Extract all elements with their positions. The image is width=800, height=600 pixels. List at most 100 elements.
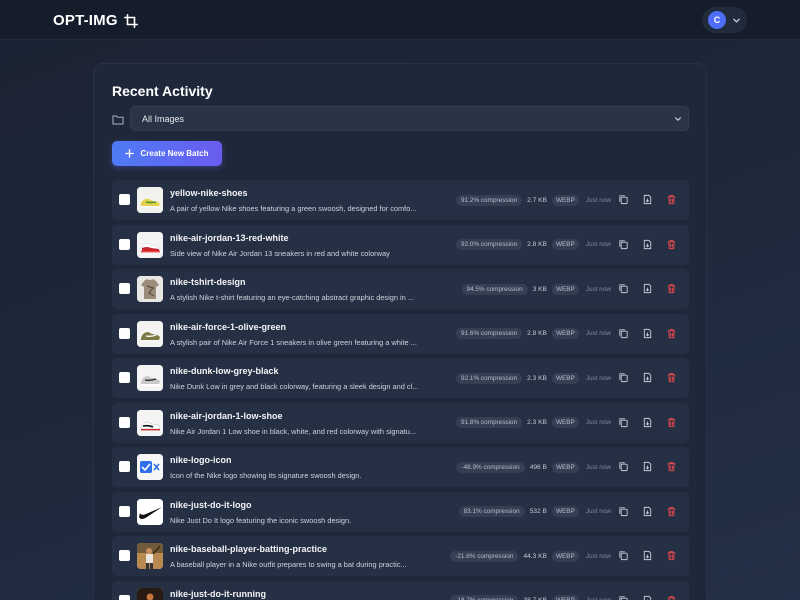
image-meta: 91.2% compression 2.7 KB WEBP Just now (456, 194, 611, 206)
activity-row[interactable]: nike-logo-icon Icon of the Nike logo show… (112, 447, 689, 487)
image-name[interactable]: nike-air-force-1-olive-green (170, 322, 286, 332)
image-thumbnail (137, 543, 163, 569)
row-checkbox[interactable] (119, 372, 130, 383)
image-meta: 92.1% compression 2.3 KB WEBP Just now (456, 372, 611, 384)
file-download-icon[interactable] (642, 239, 653, 250)
image-meta: 94.5% compression 3 KB WEBP Just now (461, 283, 611, 295)
trash-icon[interactable] (666, 283, 677, 294)
image-name[interactable]: nike-baseball-player-batting-practice (170, 544, 327, 554)
crop-icon (123, 13, 138, 28)
copy-icon[interactable] (618, 550, 629, 561)
format-badge: WEBP (551, 372, 579, 384)
trash-icon[interactable] (666, 328, 677, 339)
activity-row[interactable]: nike-tshirt-design A stylish Nike t-shirt… (112, 269, 689, 309)
timestamp: Just now (585, 463, 611, 471)
row-checkbox[interactable] (119, 594, 130, 600)
image-thumbnail (137, 365, 163, 391)
image-thumbnail (137, 187, 163, 213)
activity-row[interactable]: nike-dunk-low-grey-black Nike Dunk Low in… (112, 358, 689, 398)
file-download-icon[interactable] (642, 417, 653, 428)
top-bar: OPT-IMG C (0, 0, 800, 40)
create-new-batch-button[interactable]: Create New Batch (112, 141, 222, 166)
row-checkbox[interactable] (119, 550, 130, 561)
image-name[interactable]: nike-air-jordan-13-red-white (170, 233, 289, 243)
timestamp: Just now (585, 196, 611, 204)
image-description: A stylish pair of Nike Air Force 1 sneak… (170, 337, 417, 347)
image-meta: -18.7% compression38.7 KBWEBPJust now (450, 595, 611, 600)
image-description: Nike Dunk Low in grey and black colorway… (170, 382, 419, 391)
image-name[interactable]: nike-tshirt-design (170, 277, 246, 287)
copy-icon[interactable] (618, 595, 629, 600)
activity-row[interactable]: yellow-nike-shoes A pair of yellow Nike s… (112, 180, 689, 220)
trash-icon[interactable] (666, 372, 677, 383)
brand[interactable]: OPT-IMG (53, 12, 138, 29)
activity-row[interactable]: nike-air-force-1-olive-green A stylish pa… (112, 313, 689, 354)
timestamp: Just now (585, 330, 611, 337)
activity-row[interactable]: nike-baseball-player-batting-practice A b… (112, 536, 689, 576)
image-meta: 92.0% compression 2.8 KB WEBP Just now (456, 239, 611, 251)
copy-icon[interactable] (618, 283, 629, 294)
file-size: 532 B (529, 508, 547, 515)
file-download-icon[interactable] (642, 372, 653, 383)
row-checkbox[interactable] (119, 461, 130, 472)
file-download-icon[interactable] (642, 506, 653, 517)
activity-row[interactable]: nike-just-do-it-running -18.7% compressio… (112, 580, 689, 600)
chevron-down-icon (733, 18, 740, 23)
image-filter-select[interactable]: All Images (130, 106, 689, 131)
row-checkbox[interactable] (119, 505, 130, 517)
image-name[interactable]: nike-logo-icon (170, 455, 232, 465)
file-size: 2.7 KB (527, 196, 547, 204)
row-checkbox[interactable] (119, 416, 130, 428)
file-download-icon[interactable] (642, 194, 653, 205)
timestamp: Just now (585, 552, 611, 560)
compression-badge: 91.8% compression (456, 417, 523, 428)
image-name[interactable]: nike-just-do-it-running (170, 589, 266, 599)
image-meta: 91.8% compression 2.3 KB WEBP Just now (456, 417, 611, 429)
format-badge: WEBP (551, 461, 579, 473)
copy-icon[interactable] (618, 506, 629, 517)
trash-icon[interactable] (666, 550, 677, 561)
image-name[interactable]: nike-air-jordan-1-low-shoe (170, 411, 283, 421)
file-size: 2.3 KB (527, 419, 547, 426)
image-meta: -21.6% compression 44.3 KB WEBP Just now (450, 550, 611, 562)
format-badge: WEBP (551, 283, 579, 295)
copy-icon[interactable] (618, 239, 629, 250)
recent-activity-panel: Recent Activity All Images Create New Ba… (93, 63, 707, 600)
row-checkbox[interactable] (119, 283, 130, 294)
copy-icon[interactable] (618, 328, 629, 339)
image-name[interactable]: nike-just-do-it-logo (170, 500, 251, 510)
copy-icon[interactable] (618, 461, 629, 472)
activity-row[interactable]: nike-air-jordan-1-low-shoe Nike Air Jorda… (112, 402, 689, 443)
row-checkbox[interactable] (119, 194, 130, 205)
trash-icon[interactable] (666, 417, 677, 428)
timestamp: Just now (585, 419, 611, 426)
file-download-icon[interactable] (642, 328, 653, 339)
image-description: Icon of the Nike logo showing its signat… (170, 471, 362, 480)
trash-icon[interactable] (666, 461, 677, 472)
image-thumbnail (137, 231, 163, 258)
row-checkbox[interactable] (119, 327, 130, 339)
image-thumbnail (137, 454, 163, 480)
activity-row[interactable]: nike-just-do-it-logo Nike Just Do It logo… (112, 491, 689, 532)
copy-icon[interactable] (618, 372, 629, 383)
timestamp: Just now (585, 508, 611, 515)
file-download-icon[interactable] (642, 550, 653, 561)
copy-icon[interactable] (618, 417, 629, 428)
user-menu[interactable]: C (702, 7, 747, 33)
copy-icon[interactable] (618, 194, 629, 205)
trash-icon[interactable] (666, 194, 677, 205)
row-checkbox[interactable] (119, 238, 130, 250)
image-meta: 83.1% compression 532 B WEBP Just now (458, 506, 611, 518)
trash-icon[interactable] (666, 239, 677, 250)
trash-icon[interactable] (666, 595, 677, 600)
file-download-icon[interactable] (642, 461, 653, 472)
file-download-icon[interactable] (642, 595, 653, 600)
compression-badge: 92.1% compression (456, 372, 523, 384)
activity-row[interactable]: nike-air-jordan-13-red-white Side view of… (112, 224, 689, 265)
image-name[interactable]: nike-dunk-low-grey-black (170, 366, 279, 376)
trash-icon[interactable] (666, 506, 677, 517)
compression-badge: -21.6% compression (450, 550, 519, 562)
file-size: 2.8 KB (527, 330, 547, 337)
file-download-icon[interactable] (642, 283, 653, 294)
image-name[interactable]: yellow-nike-shoes (170, 188, 248, 198)
